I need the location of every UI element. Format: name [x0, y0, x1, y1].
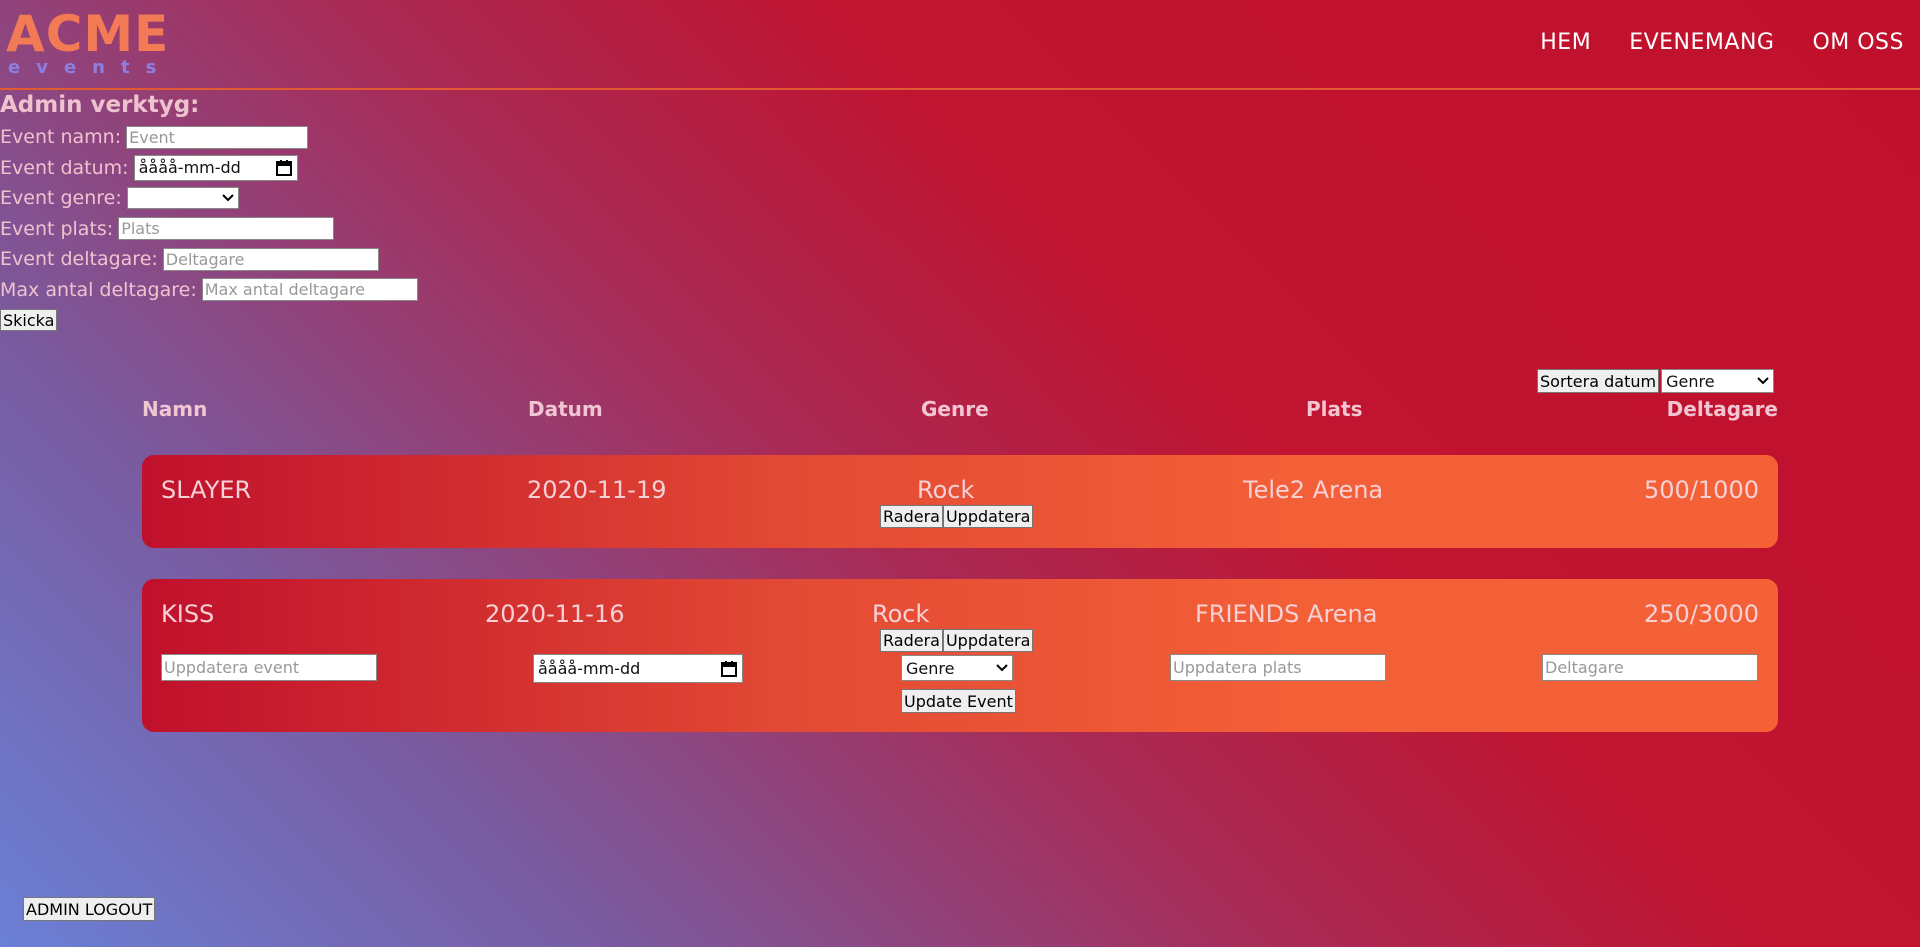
sort-date-button[interactable]: Sortera datum	[1537, 369, 1660, 393]
events-table-header: Namn Datum Genre Plats Deltagare	[142, 397, 1778, 423]
header-participants: Deltagare	[1666, 397, 1778, 421]
event-participants: 500/1000	[1644, 476, 1759, 504]
event-name: SLAYER	[161, 476, 252, 504]
event-card: SLAYER 2020-11-19 Rock Tele2 Arena 500/1…	[142, 455, 1778, 548]
update-event-button[interactable]: Uppdatera	[942, 629, 1034, 652]
genre-filter-select[interactable]: Genre	[1661, 369, 1775, 393]
event-name: KISS	[161, 600, 215, 628]
event-place-input[interactable]	[118, 217, 335, 241]
calendar-icon[interactable]	[720, 660, 738, 678]
delete-event-button[interactable]: Radera	[880, 505, 943, 528]
update-event-date-value: åååå-mm-dd	[538, 659, 641, 678]
nav-events-link[interactable]: EVENEMANG	[1629, 30, 1774, 55]
update-event-name-input[interactable]	[161, 654, 377, 681]
delete-event-button[interactable]: Radera	[880, 629, 943, 652]
chevron-down-icon	[1757, 377, 1769, 385]
update-event-genre-value: Genre	[906, 658, 955, 678]
chevron-down-icon	[222, 194, 234, 202]
logo-text: ACME	[6, 5, 170, 63]
submit-event-button[interactable]: Skicka	[0, 309, 58, 332]
event-actions: Radera Uppdatera	[880, 629, 1034, 652]
header-place: Plats	[1306, 397, 1363, 421]
event-place-label: Event plats:	[0, 217, 114, 240]
genre-filter-value: Genre	[1666, 371, 1715, 391]
update-event-genre-select[interactable]: Genre	[901, 655, 1013, 681]
event-date: 2020-11-16	[485, 600, 625, 628]
update-event-participants-input[interactable]	[1542, 654, 1758, 681]
nav-about-link[interactable]: OM OSS	[1812, 30, 1904, 55]
event-genre: Rock	[917, 476, 975, 504]
event-genre-label: Event genre:	[0, 187, 122, 210]
header-genre: Genre	[921, 397, 989, 421]
event-genre-select[interactable]	[126, 187, 239, 210]
nav-home-link[interactable]: HEM	[1540, 30, 1591, 55]
admin-tools-form: Admin verktyg: Event namn: Event datum: …	[0, 92, 418, 336]
header-name: Namn	[142, 397, 208, 421]
submit-update-event-button[interactable]: Update Event	[901, 689, 1016, 713]
event-date-label: Event datum:	[0, 156, 129, 179]
event-name-label: Event namn:	[0, 126, 122, 149]
event-date-value: åååå-mm-dd	[138, 158, 241, 178]
event-participants-input[interactable]	[162, 247, 379, 271]
event-date-input[interactable]: åååå-mm-dd	[133, 154, 298, 181]
event-participants: 250/3000	[1644, 600, 1759, 628]
max-participants-input[interactable]	[201, 278, 418, 302]
max-participants-label: Max antal deltagare:	[0, 278, 197, 301]
event-place: Tele2 Arena	[1243, 476, 1384, 504]
sort-controls: Sortera datum Genre	[1537, 369, 1775, 393]
top-navbar: ACME events HEM EVENEMANG OM OSS	[0, 0, 1920, 90]
event-genre: Rock	[872, 600, 930, 628]
event-actions: Radera Uppdatera	[880, 505, 1034, 528]
event-name-input[interactable]	[126, 125, 309, 149]
admin-logout-button[interactable]: ADMIN LOGOUT	[23, 897, 156, 921]
event-card: KISS 2020-11-16 Rock FRIENDS Arena 250/3…	[142, 579, 1778, 732]
calendar-icon[interactable]	[275, 159, 293, 177]
logo-subtext: events	[8, 57, 173, 78]
acme-events-logo[interactable]: ACME events	[6, 6, 176, 80]
update-event-place-input[interactable]	[1170, 654, 1386, 681]
event-date: 2020-11-19	[527, 476, 667, 504]
event-place: FRIENDS Arena	[1195, 600, 1378, 628]
chevron-down-icon	[996, 664, 1008, 672]
update-event-button[interactable]: Uppdatera	[942, 505, 1034, 528]
header-date: Datum	[528, 397, 603, 421]
event-participants-label: Event deltagare:	[0, 248, 158, 271]
update-event-date-input[interactable]: åååå-mm-dd	[533, 654, 743, 683]
admin-tools-title: Admin verktyg:	[0, 92, 200, 118]
main-nav: HEM EVENEMANG OM OSS	[1540, 30, 1904, 55]
